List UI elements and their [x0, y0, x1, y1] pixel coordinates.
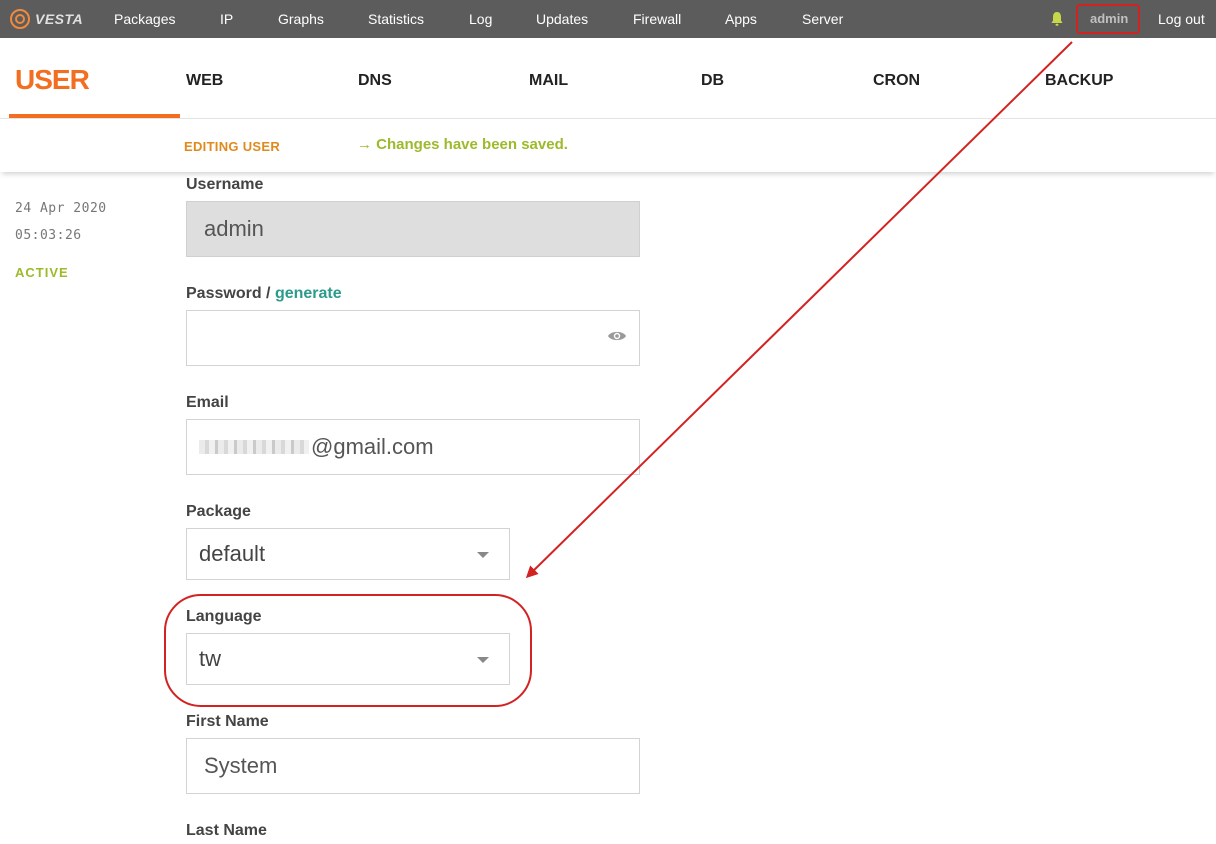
- firstname-label: First Name: [186, 713, 269, 730]
- password-label: Password / generate: [186, 285, 342, 303]
- nav-statistics[interactable]: Statistics: [368, 11, 424, 27]
- username-value: admin: [204, 216, 264, 241]
- email-label: Email: [186, 394, 229, 411]
- logo-text: VESTA: [35, 11, 84, 27]
- success-message: → Changes have been saved.: [357, 136, 568, 153]
- generate-password-link[interactable]: generate: [275, 285, 342, 302]
- nav-updates[interactable]: Updates: [536, 11, 588, 27]
- package-value: default: [199, 541, 266, 566]
- language-label: Language: [186, 608, 262, 625]
- current-user-link[interactable]: admin: [1090, 11, 1128, 26]
- package-label: Package: [186, 503, 251, 520]
- password-field[interactable]: [186, 310, 640, 366]
- chevron-down-icon: [477, 552, 489, 558]
- eye-icon[interactable]: [607, 329, 627, 343]
- username-label: Username: [186, 176, 264, 193]
- tab-user[interactable]: USER: [15, 64, 90, 96]
- status-badge: ACTIVE: [15, 265, 69, 280]
- password-label-text: Password /: [186, 285, 271, 302]
- vesta-logo[interactable]: VESTA: [10, 8, 83, 30]
- email-field[interactable]: @gmail.com: [186, 419, 640, 475]
- tab-db[interactable]: DB: [701, 72, 724, 90]
- nav-firewall[interactable]: Firewall: [633, 11, 681, 27]
- tab-backup[interactable]: BACKUP: [1045, 72, 1113, 90]
- lastname-label: Last Name: [186, 822, 267, 839]
- top-navigation-bar: VESTA Packages IP Graphs Statistics Log …: [0, 0, 1216, 38]
- active-tab-indicator: [9, 114, 180, 118]
- firstname-value: System: [204, 753, 278, 778]
- tab-web[interactable]: WEB: [186, 72, 223, 90]
- editing-subheader: EDITING USER → Changes have been saved.: [0, 119, 1216, 172]
- vesta-logo-icon: [10, 9, 30, 29]
- email-redaction: [199, 440, 309, 454]
- section-tabs: USER WEB DNS MAIL DB CRON BACKUP: [0, 38, 1216, 119]
- language-select[interactable]: tw: [186, 633, 510, 685]
- nav-packages[interactable]: Packages: [114, 11, 175, 27]
- bell-icon[interactable]: [1050, 11, 1064, 27]
- page-title: EDITING USER: [184, 139, 281, 154]
- tab-mail[interactable]: MAIL: [529, 72, 568, 90]
- nav-apps[interactable]: Apps: [725, 11, 757, 27]
- nav-graphs[interactable]: Graphs: [278, 11, 324, 27]
- chevron-down-icon: [477, 657, 489, 663]
- tab-cron[interactable]: CRON: [873, 72, 920, 90]
- nav-ip[interactable]: IP: [220, 11, 233, 27]
- tab-dns[interactable]: DNS: [358, 72, 392, 90]
- nav-server[interactable]: Server: [802, 11, 843, 27]
- logout-link[interactable]: Log out: [1158, 11, 1205, 27]
- nav-log[interactable]: Log: [469, 11, 492, 27]
- package-select[interactable]: default: [186, 528, 510, 580]
- created-date: 24 Apr 2020: [15, 201, 107, 216]
- firstname-field[interactable]: System: [186, 738, 640, 794]
- language-value: tw: [199, 646, 221, 671]
- username-field: admin: [186, 201, 640, 257]
- email-value: @gmail.com: [311, 434, 434, 459]
- created-time: 05:03:26: [15, 228, 82, 243]
